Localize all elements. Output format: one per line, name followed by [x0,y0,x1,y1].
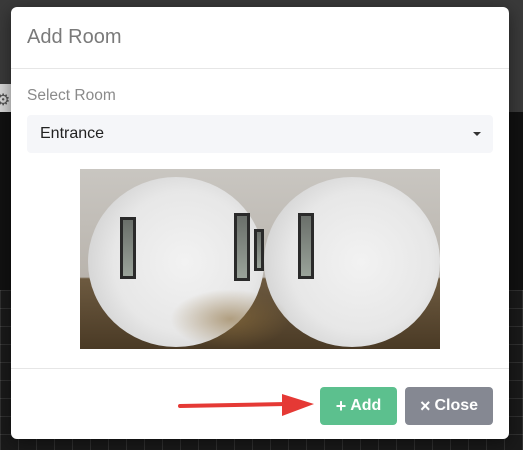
chevron-down-icon [473,132,481,136]
floor-reflection [170,289,290,349]
panorama-right-hemisphere [264,177,440,347]
modal-body: Select Room Entrance [11,69,509,349]
close-button-label: Close [434,397,479,414]
room-preview-image [80,169,440,349]
annotation-arrow [178,394,314,416]
gear-icon: ⚙ [0,92,11,109]
select-room-label: Select Room [27,87,116,104]
wall-frame [298,213,314,279]
modal-title: Add Room [27,26,122,48]
close-button[interactable]: × Close [405,387,493,425]
add-button[interactable]: + Add [320,387,397,425]
close-icon: × [419,396,431,416]
room-select-value: Entrance [40,125,105,142]
modal-header: Add Room [11,7,509,69]
add-room-modal: Add Room Select Room Entrance + Add × Cl… [11,7,509,439]
wall-frame [120,217,136,279]
add-button-label: Add [350,397,382,414]
wall-frame [234,213,250,281]
room-select[interactable]: Entrance [27,115,493,153]
plus-icon: + [335,396,347,416]
wall-frame [254,229,264,271]
